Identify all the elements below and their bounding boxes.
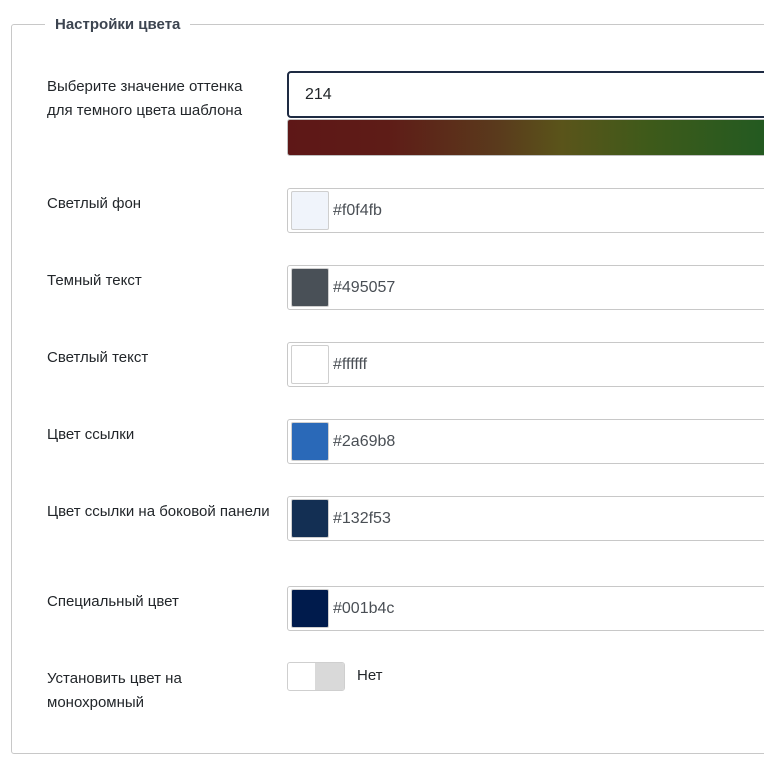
dark-text-swatch[interactable]: [291, 268, 329, 307]
light-text-value: #ffffff: [333, 356, 368, 373]
monochrome-state-label: Нет: [357, 667, 383, 684]
hue-slider[interactable]: [287, 119, 764, 156]
monochrome-toggle[interactable]: [287, 662, 345, 691]
special-color-swatch[interactable]: [291, 589, 329, 628]
special-color-value: #001b4c: [333, 600, 395, 617]
light-text-input[interactable]: #ffffff: [287, 342, 764, 387]
light-background-input[interactable]: #f0f4fb: [287, 188, 764, 233]
light-background-label: Светлый фон: [47, 195, 142, 212]
sidebar-link-color-swatch[interactable]: [291, 499, 329, 538]
link-color-swatch[interactable]: [291, 422, 329, 461]
dark-text-input[interactable]: #495057: [287, 265, 764, 310]
monochrome-toggle-knob[interactable]: [315, 663, 344, 690]
dark-text-label: Темный текст: [47, 272, 142, 289]
sidebar-link-color-value: #132f53: [333, 510, 391, 527]
light-text-swatch[interactable]: [291, 345, 329, 384]
link-color-label: Цвет ссылки: [47, 426, 135, 443]
special-color-input[interactable]: #001b4c: [287, 586, 764, 631]
monochrome-label: Установить цвет на монохромный: [47, 670, 182, 711]
color-settings-legend: Настройки цвета: [45, 14, 191, 36]
hue-input[interactable]: 214: [287, 71, 764, 118]
link-color-input[interactable]: #2a69b8: [287, 419, 764, 464]
special-color-label: Специальный цвет: [47, 593, 179, 610]
sidebar-link-color-input[interactable]: #132f53: [287, 496, 764, 541]
sidebar-link-color-label: Цвет ссылки на боковой панели: [47, 503, 270, 520]
light-background-swatch[interactable]: [291, 191, 329, 230]
light-background-value: #f0f4fb: [333, 202, 382, 219]
light-text-label: Светлый текст: [47, 349, 149, 366]
hue-label: Выберите значение оттенка для темного цв…: [47, 78, 243, 119]
link-color-value: #2a69b8: [333, 433, 396, 450]
dark-text-value: #495057: [333, 279, 396, 296]
